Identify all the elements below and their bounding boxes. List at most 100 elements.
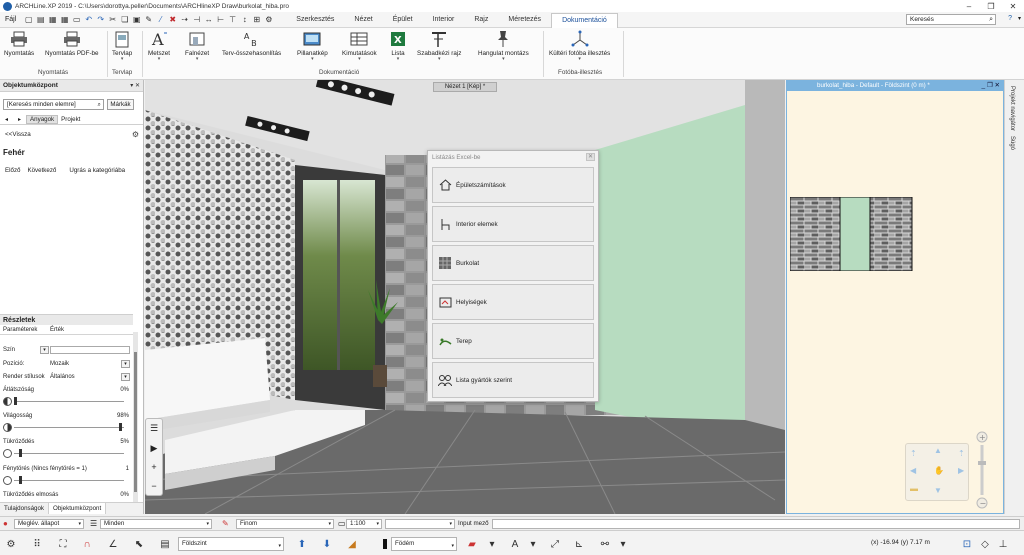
state-select[interactable]: Meglév. állapot ▾: [14, 519, 84, 529]
zoom-in-icon[interactable]: +: [151, 462, 156, 472]
reflection-thumb[interactable]: [19, 449, 22, 457]
maximize-icon[interactable]: ❐: [980, 0, 1002, 12]
help-tab[interactable]: Súgó: [1009, 136, 1015, 150]
link-icon[interactable]: ⚯: [598, 537, 612, 551]
project-navigator-tab[interactable]: Projekt navigátor: [1009, 86, 1015, 131]
dimension-icon[interactable]: ↔: [203, 14, 214, 25]
tab-epulet[interactable]: Épület: [383, 13, 423, 28]
cut-icon[interactable]: ✂: [107, 14, 118, 25]
plan-view-controls[interactable]: _ ❐ ✕: [981, 81, 1000, 91]
transparency-thumb[interactable]: [14, 397, 17, 405]
list-button[interactable]: X Lista ▾: [389, 30, 407, 62]
gear-icon[interactable]: ⚙: [4, 537, 18, 551]
tab-meretezes[interactable]: Méretezés: [498, 13, 551, 28]
search-input[interactable]: Keresés ⌕: [906, 14, 996, 25]
align-icon[interactable]: ⊢: [215, 14, 226, 25]
tab-object-center[interactable]: Objektumközpont: [48, 503, 107, 514]
tab-scroll-left-icon[interactable]: ◂: [2, 116, 11, 123]
ortho-icon[interactable]: ⊥: [996, 537, 1010, 551]
snap-settings-icon[interactable]: ⊡: [960, 537, 974, 551]
tab-nezet[interactable]: Nézet: [344, 13, 382, 28]
level-icon[interactable]: ⊤: [227, 14, 238, 25]
tab-szerkesztes[interactable]: Szerkesztés: [286, 13, 344, 28]
chevron-down-icon[interactable]: ▾: [485, 537, 499, 551]
eyedropper-icon[interactable]: ⁄: [155, 14, 166, 25]
floor-down-icon[interactable]: ⬇: [320, 537, 334, 551]
scrollbar-thumb[interactable]: [134, 352, 137, 492]
chevron-down-icon[interactable]: ▾: [526, 537, 540, 551]
tab-project[interactable]: Projekt: [58, 116, 83, 123]
line-width-select[interactable]: Finom ▾: [236, 519, 334, 529]
arrow-left-icon[interactable]: ◀: [910, 466, 916, 475]
tab-interior[interactable]: Interior: [423, 13, 465, 28]
floor-plan-view[interactable]: burkolat_hiba - Default - Földszint (0 m…: [786, 80, 1004, 514]
play-icon[interactable]: ▶: [151, 443, 158, 454]
gear-icon[interactable]: ⚙: [132, 130, 139, 139]
back-link[interactable]: <<Vissza: [5, 131, 31, 138]
print-button[interactable]: Nyomtatás: [4, 30, 34, 57]
arrow-up-icon[interactable]: ▲: [934, 446, 942, 455]
grid-snap-icon[interactable]: ⠿: [30, 537, 44, 551]
color-dropdown[interactable]: ▾: [40, 346, 49, 354]
snapshot-button[interactable]: Pillanatkép ▾: [297, 30, 328, 62]
open-icon[interactable]: ▤: [35, 14, 46, 25]
settings-icon[interactable]: ⚙: [263, 14, 274, 25]
input-field[interactable]: [492, 519, 1020, 529]
grid-icon[interactable]: ⊞: [251, 14, 262, 25]
goto-category-link[interactable]: Ugrás a kategóriába: [69, 167, 125, 174]
render-dropdown[interactable]: ▾: [121, 373, 130, 381]
terrain-button[interactable]: Terep: [432, 323, 594, 359]
redo-icon[interactable]: ↷: [95, 14, 106, 25]
elevation-30-icon[interactable]: ◢: [345, 537, 359, 551]
arrow-up-right-icon[interactable]: ⇡: [958, 449, 965, 458]
reports-button[interactable]: Kimutatások ▾: [342, 30, 377, 62]
print-pdf-button[interactable]: Nyomtatás PDF-be: [45, 30, 99, 57]
layer-select[interactable]: Födém ▾: [391, 537, 457, 551]
zoom-out-icon[interactable]: −: [151, 481, 156, 491]
tab-rajz[interactable]: Rajz: [464, 13, 498, 28]
tab-scroll-right-icon[interactable]: ▸: [15, 116, 24, 123]
compare-button[interactable]: AB Terv-összehasonlítás: [222, 30, 281, 57]
brands-button[interactable]: Márkák: [107, 99, 134, 110]
brush-icon[interactable]: ✎: [143, 14, 154, 25]
close-icon[interactable]: ✕: [1002, 0, 1024, 12]
prev-link[interactable]: Előző: [5, 167, 20, 174]
osnap-icon[interactable]: ◇: [978, 537, 992, 551]
tab-properties[interactable]: Tulajdonságok: [0, 503, 48, 514]
magnet-icon[interactable]: ∩: [80, 537, 94, 551]
next-link[interactable]: Következő: [27, 167, 56, 174]
folder-icon[interactable]: ▬: [910, 484, 918, 493]
details-scrollbar[interactable]: [133, 332, 138, 502]
view-tab[interactable]: Nézet 1 [Kép] *: [433, 82, 497, 92]
coordinate-select[interactable]: ▾: [385, 519, 455, 529]
ruler-icon[interactable]: ⊾: [572, 537, 586, 551]
section-button[interactable]: A Metszet ▾: [148, 30, 170, 62]
panel-header-controls[interactable]: ▾ ✕: [130, 82, 140, 89]
arrow-up-left-icon[interactable]: ⇡: [910, 449, 917, 458]
list-by-manufacturer-button[interactable]: Lista gyártók szerint: [432, 362, 594, 398]
snap-icon[interactable]: ⊣: [191, 14, 202, 25]
brightness-slider[interactable]: [14, 423, 124, 431]
tiling-button[interactable]: Burkolat: [432, 245, 594, 281]
undo-icon[interactable]: ↶: [83, 14, 94, 25]
list-icon[interactable]: ☰: [150, 423, 158, 434]
zoom-slider[interactable]: + −: [975, 431, 989, 511]
plan-button[interactable]: Tervlap ▾: [112, 30, 132, 62]
print-icon[interactable]: ▭: [71, 14, 82, 25]
measure-tool-icon[interactable]: ⤢: [548, 537, 562, 551]
filter-select[interactable]: Minden ▾: [100, 519, 212, 529]
building-calc-button[interactable]: Épületszámítások: [432, 167, 594, 203]
delete-icon[interactable]: ✖: [167, 14, 178, 25]
measure-icon[interactable]: ↕: [239, 14, 250, 25]
transparency-slider[interactable]: [14, 397, 124, 405]
save-icon[interactable]: ▦: [47, 14, 58, 25]
rooms-button[interactable]: Helyiségek: [432, 284, 594, 320]
file-menu[interactable]: Fájl: [0, 16, 21, 23]
new-icon[interactable]: ▢: [23, 14, 34, 25]
position-dropdown[interactable]: ▾: [121, 360, 130, 368]
minimize-icon[interactable]: –: [958, 0, 980, 12]
chevron-down-icon[interactable]: ▾: [616, 537, 630, 551]
mood-button[interactable]: Hangulat montázs ▾: [478, 30, 529, 62]
tab-dokumentacio[interactable]: Dokumentáció: [551, 12, 618, 28]
hand-pan-icon[interactable]: ✋: [934, 466, 944, 475]
